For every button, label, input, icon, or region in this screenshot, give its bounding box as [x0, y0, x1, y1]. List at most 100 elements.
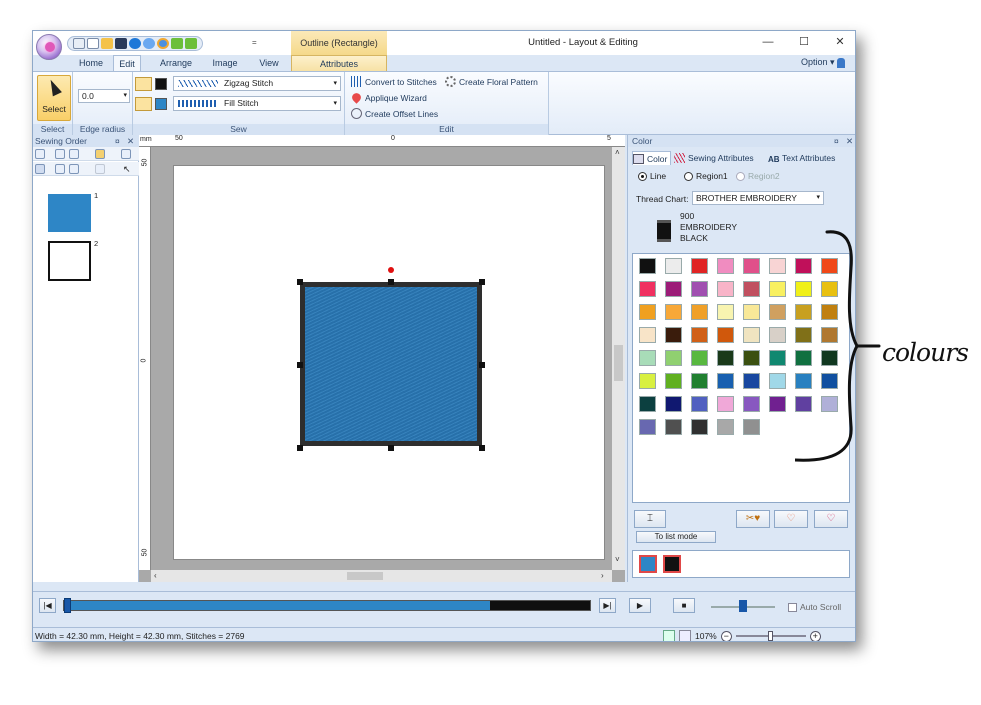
- line-sew-toggle-icon[interactable]: [135, 77, 152, 91]
- color-swatch[interactable]: [717, 258, 734, 274]
- color-swatch[interactable]: [743, 396, 760, 412]
- color-swatch[interactable]: [665, 304, 682, 320]
- zoom-slider-knob[interactable]: [767, 631, 773, 641]
- color-swatch[interactable]: [665, 396, 682, 412]
- tab-sewing-attributes[interactable]: Sewing Attributes: [674, 151, 754, 165]
- horizontal-scroll-thumb[interactable]: [347, 572, 383, 580]
- color-swatch[interactable]: [769, 373, 786, 389]
- new-icon[interactable]: [73, 38, 85, 49]
- color-swatch[interactable]: [769, 396, 786, 412]
- color-swatch[interactable]: [665, 327, 682, 343]
- play-button[interactable]: ▶: [629, 598, 651, 613]
- resize-handle[interactable]: [388, 445, 394, 451]
- speed-slider[interactable]: [711, 600, 775, 612]
- color-swatch[interactable]: [639, 396, 656, 412]
- sewing-order-item-2[interactable]: [48, 241, 91, 281]
- radio-region1[interactable]: Region1: [684, 171, 728, 181]
- zoom-in-icon[interactable]: +: [809, 630, 821, 641]
- rotation-handle[interactable]: [388, 267, 394, 273]
- color-swatch[interactable]: [691, 350, 708, 366]
- record-icon[interactable]: [157, 38, 169, 49]
- rectangle-embroidery-shape[interactable]: [300, 282, 482, 446]
- color-swatch[interactable]: [639, 373, 656, 389]
- color-swatch[interactable]: [769, 350, 786, 366]
- radio-line[interactable]: Line: [638, 171, 666, 181]
- auto-scroll-checkbox[interactable]: Auto Scroll: [788, 602, 841, 612]
- resize-handle[interactable]: [297, 445, 303, 451]
- color-swatch[interactable]: [769, 258, 786, 274]
- application-menu-button[interactable]: [36, 34, 62, 60]
- save-icon[interactable]: [115, 38, 127, 49]
- page-icon[interactable]: [679, 630, 691, 641]
- qat-customize-icon[interactable]: =: [252, 38, 257, 47]
- region-color-swatch[interactable]: [155, 98, 167, 110]
- zoom-out-icon[interactable]: −: [720, 630, 732, 641]
- color-swatch[interactable]: [665, 281, 682, 297]
- ungroup-icon[interactable]: [69, 149, 79, 159]
- color-swatch[interactable]: [691, 304, 708, 320]
- select-button[interactable]: Select: [37, 75, 71, 121]
- color-swatch[interactable]: [691, 327, 708, 343]
- color-swatch[interactable]: [717, 396, 734, 412]
- color-swatch[interactable]: [639, 304, 656, 320]
- disc-alt-icon[interactable]: [143, 38, 155, 49]
- line-stitch-combo[interactable]: Zigzag Stitch ▾: [173, 76, 341, 91]
- stop-button[interactable]: ■: [673, 598, 695, 613]
- disc-icon[interactable]: [129, 38, 141, 49]
- tab-view[interactable]: View: [251, 55, 287, 71]
- zoom-slider[interactable]: [735, 631, 806, 641]
- sewing-order-item-1[interactable]: [48, 194, 91, 232]
- stitch-progress-slider[interactable]: [63, 598, 591, 613]
- group-icon[interactable]: [55, 149, 65, 159]
- tab-edit[interactable]: Edit: [113, 55, 141, 71]
- merge-icon[interactable]: [55, 164, 65, 174]
- color-swatch[interactable]: [717, 304, 734, 320]
- create-floral-pattern-button[interactable]: Create Floral Pattern: [445, 75, 538, 88]
- progress-knob[interactable]: [64, 598, 71, 613]
- go-to-end-button[interactable]: ▶|: [599, 598, 616, 613]
- tab-arrange[interactable]: Arrange: [151, 55, 201, 71]
- design-page[interactable]: [173, 165, 605, 560]
- color-swatch[interactable]: [743, 350, 760, 366]
- create-offset-lines-button[interactable]: Create Offset Lines: [351, 107, 438, 120]
- thread-spool-button[interactable]: ⌶: [634, 510, 666, 528]
- tab-attributes[interactable]: Attributes: [291, 55, 387, 71]
- color-swatch[interactable]: [717, 327, 734, 343]
- scroll-right-icon[interactable]: ›: [601, 571, 604, 580]
- pin-icon[interactable]: ¤: [834, 135, 839, 147]
- color-swatch[interactable]: [665, 373, 682, 389]
- close-panel-icon[interactable]: ✕: [127, 135, 134, 147]
- color-swatch[interactable]: [691, 281, 708, 297]
- scissors-heart-button[interactable]: ✂♥: [736, 510, 770, 528]
- used-color-swatch[interactable]: [639, 555, 657, 573]
- used-color-swatch[interactable]: [663, 555, 681, 573]
- tab-home[interactable]: Home: [73, 55, 109, 71]
- go-to-start-button[interactable]: |◀: [39, 598, 56, 613]
- pin-icon[interactable]: ¤: [115, 135, 120, 147]
- scroll-left-icon[interactable]: ‹: [154, 571, 157, 580]
- pointer-icon[interactable]: ↖: [123, 164, 133, 174]
- refresh-icon[interactable]: [663, 630, 675, 641]
- lock-icon[interactable]: [95, 149, 105, 159]
- order-icon[interactable]: [35, 164, 45, 174]
- frame-icon[interactable]: [121, 149, 131, 159]
- color-swatch[interactable]: [639, 327, 656, 343]
- color-swatch[interactable]: [743, 258, 760, 274]
- close-panel-icon[interactable]: ✕: [846, 135, 853, 147]
- resize-handle[interactable]: [479, 445, 485, 451]
- color-swatch[interactable]: [639, 258, 656, 274]
- resize-handle[interactable]: [297, 279, 303, 285]
- maximize-button[interactable]: ☐: [786, 31, 822, 53]
- color-swatch[interactable]: [665, 350, 682, 366]
- resize-handle[interactable]: [388, 279, 394, 285]
- option-menu[interactable]: Option ▾: [801, 57, 845, 68]
- line-color-swatch[interactable]: [155, 78, 167, 90]
- resize-handle[interactable]: [479, 362, 485, 368]
- tab-image[interactable]: Image: [205, 55, 245, 71]
- minimize-button[interactable]: —: [750, 31, 786, 53]
- color-swatch[interactable]: [639, 350, 656, 366]
- region-sew-toggle-icon[interactable]: [135, 97, 152, 111]
- color-swatch[interactable]: [691, 396, 708, 412]
- applique-wizard-button[interactable]: Applique Wizard: [350, 91, 427, 104]
- split-icon[interactable]: [69, 164, 79, 174]
